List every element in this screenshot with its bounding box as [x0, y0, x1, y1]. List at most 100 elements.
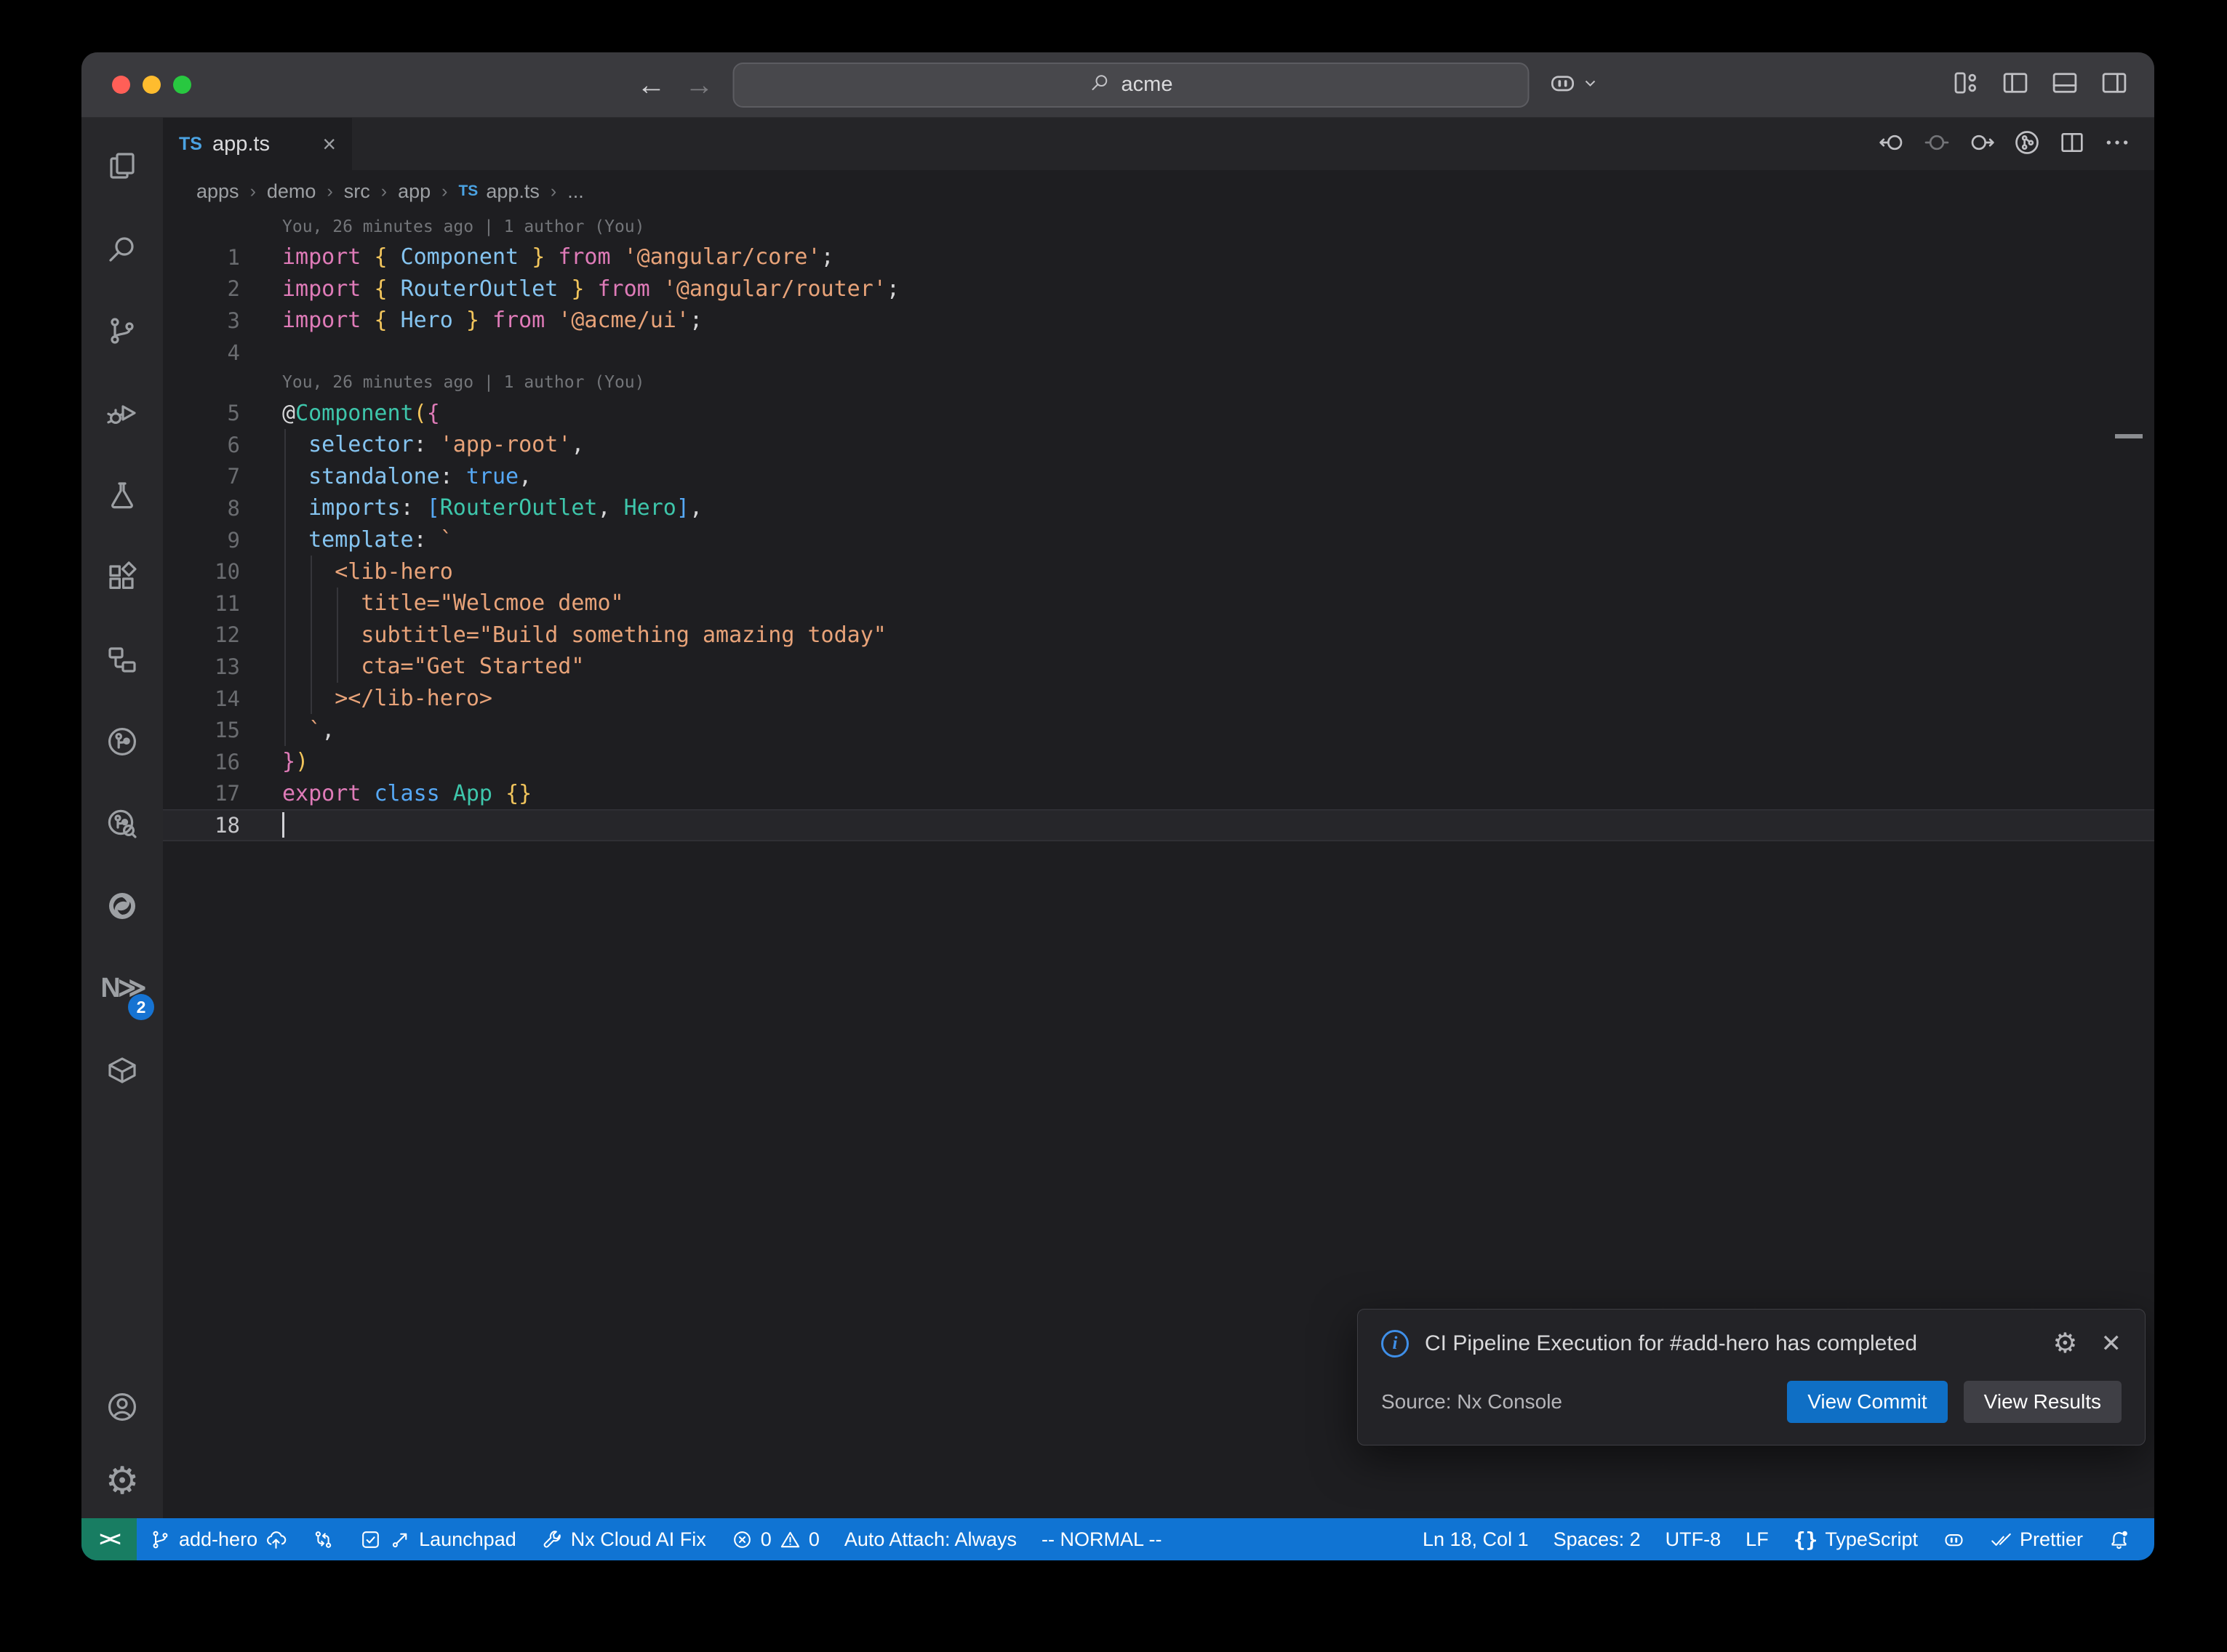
- status-item-language-mode[interactable]: {}TypeScript: [1781, 1518, 1930, 1560]
- nav-current-change-button[interactable]: [1917, 124, 1956, 164]
- activity-item-accounts[interactable]: [81, 1370, 163, 1444]
- status-item-launchpad[interactable]: Launchpad: [347, 1518, 529, 1560]
- activity-item-gitlens[interactable]: [81, 700, 163, 782]
- breadcrumb-item[interactable]: app: [398, 180, 431, 203]
- code-line[interactable]: 13 cta="Get Started": [163, 651, 2154, 683]
- line-number: 16: [163, 750, 240, 774]
- code-line[interactable]: 8 imports: [RouterOutlet, Hero],: [163, 492, 2154, 524]
- line-number: 18: [163, 813, 240, 838]
- code-line[interactable]: 12 subtitle="Build something amazing tod…: [163, 620, 2154, 651]
- toggle-secondary-sidebar-button[interactable]: [2093, 64, 2135, 106]
- activity-item-testing[interactable]: [81, 454, 163, 536]
- status-item-compare[interactable]: [300, 1518, 347, 1560]
- code-text: @Component({: [240, 401, 440, 426]
- code-text: cta="Get Started": [240, 654, 584, 679]
- breadcrumb-item[interactable]: apps: [196, 180, 239, 203]
- status-item-nx-cloud-ai-fix[interactable]: Nx Cloud AI Fix: [529, 1518, 719, 1560]
- indent-guide: [284, 429, 286, 746]
- nav-forward-change-button[interactable]: [1962, 124, 2002, 164]
- search-icon: [105, 231, 140, 266]
- code-line[interactable]: 15 `,: [163, 714, 2154, 746]
- search-value: acme: [1122, 73, 1173, 97]
- nav-back-change-button[interactable]: [1872, 124, 1911, 164]
- braces-icon: {}: [1794, 1528, 1818, 1552]
- activity-item-run-and-debug[interactable]: [81, 372, 163, 454]
- gitlens-inspect-icon: [105, 806, 140, 841]
- code-line[interactable]: 11 title="Welcmoe demo": [163, 588, 2154, 620]
- activity-item-console-ninja[interactable]: [81, 865, 163, 947]
- line-number: 10: [163, 559, 240, 584]
- code-line[interactable]: 14 ></lib-hero>: [163, 683, 2154, 715]
- breadcrumb-item[interactable]: ...: [567, 180, 584, 203]
- account-icon: [105, 1390, 140, 1424]
- activity-item-settings[interactable]: ⚙: [81, 1444, 163, 1518]
- status-item-cursor-position[interactable]: Ln 18, Col 1: [1410, 1518, 1541, 1560]
- line-number: 11: [163, 591, 240, 616]
- vscode-window: ← → acme N≫2⚙ T: [81, 52, 2154, 1560]
- code-line[interactable]: 10 <lib-hero: [163, 556, 2154, 588]
- activity-item-containers[interactable]: [81, 1029, 163, 1111]
- activity-item-explorer[interactable]: [81, 125, 163, 207]
- close-window-button[interactable]: [112, 76, 130, 94]
- status-text: -- NORMAL --: [1041, 1528, 1162, 1551]
- code-line[interactable]: 4: [163, 337, 2154, 369]
- split-editor-button[interactable]: [2052, 124, 2092, 164]
- toggle-primary-sidebar-button[interactable]: [1994, 64, 2036, 106]
- source-control-icon: [105, 313, 140, 348]
- tab-app-ts[interactable]: TS app.ts ×: [163, 118, 352, 170]
- view-results-button[interactable]: View Results: [1964, 1381, 2122, 1423]
- code-line[interactable]: 9 template: `: [163, 524, 2154, 556]
- toggle-panel-button[interactable]: [2044, 64, 2086, 106]
- activity-item-search[interactable]: [81, 207, 163, 289]
- arrow-branch-icon: [389, 1528, 412, 1551]
- notification-settings-gear-icon[interactable]: ⚙: [2052, 1330, 2077, 1358]
- breadcrumb-item[interactable]: app.ts: [486, 180, 540, 203]
- status-item-eol[interactable]: LF: [1733, 1518, 1781, 1560]
- activity-item-nx-console[interactable]: N≫2: [81, 947, 163, 1029]
- tab-close-button[interactable]: ×: [322, 131, 336, 158]
- status-item-vim-mode[interactable]: -- NORMAL --: [1029, 1518, 1174, 1560]
- history-forward-button[interactable]: →: [685, 71, 714, 100]
- status-item-copilot[interactable]: [1930, 1518, 1978, 1560]
- minimize-window-button[interactable]: [143, 76, 161, 94]
- command-center-search[interactable]: acme: [733, 63, 1530, 108]
- breadcrumb-item[interactable]: demo: [267, 180, 316, 203]
- status-item-notifications-bell[interactable]: [2095, 1518, 2143, 1560]
- history-back-button[interactable]: ←: [637, 71, 666, 100]
- line-number: 13: [163, 654, 240, 679]
- zoom-window-button[interactable]: [173, 76, 191, 94]
- line-number: 17: [163, 781, 240, 806]
- status-item-indentation[interactable]: Spaces: 2: [1541, 1518, 1653, 1560]
- status-item-branch[interactable]: add-hero: [137, 1518, 300, 1560]
- code-line[interactable]: 16}): [163, 746, 2154, 778]
- status-item-formatter-prettier[interactable]: Prettier: [1978, 1518, 2095, 1560]
- activity-item-extensions[interactable]: [81, 536, 163, 618]
- commit-graph-button[interactable]: [2007, 124, 2047, 164]
- notification-close-icon[interactable]: ✕: [2101, 1331, 2122, 1356]
- activity-item-source-control[interactable]: [81, 289, 163, 372]
- view-commit-button[interactable]: View Commit: [1787, 1381, 1947, 1423]
- activity-item-project-details[interactable]: [81, 618, 163, 700]
- status-item-auto-attach[interactable]: Auto Attach: Always: [832, 1518, 1029, 1560]
- code-line[interactable]: 18: [163, 809, 2154, 841]
- code-text: imports: [RouterOutlet, Hero],: [240, 495, 703, 521]
- more-actions-button[interactable]: [2098, 124, 2137, 164]
- double-check-icon: [1990, 1528, 2012, 1551]
- code-line[interactable]: 7 standalone: true,: [163, 461, 2154, 493]
- status-item-encoding[interactable]: UTF-8: [1653, 1518, 1734, 1560]
- line-number: 7: [163, 464, 240, 489]
- code-line[interactable]: 6 selector: 'app-root',: [163, 429, 2154, 461]
- copilot-menu-button[interactable]: [1548, 68, 1599, 101]
- code-line[interactable]: 1import { Component } from '@angular/cor…: [163, 241, 2154, 273]
- breadcrumb-item[interactable]: src: [344, 180, 370, 203]
- customize-layout-button[interactable]: [1945, 64, 1987, 106]
- status-item-problems[interactable]: 00: [719, 1518, 832, 1560]
- tab-label: app.ts: [212, 132, 270, 156]
- activity-item-gitlens-inspect[interactable]: [81, 782, 163, 865]
- status-text: Spaces: 2: [1554, 1528, 1641, 1551]
- remote-indicator[interactable]: ><: [81, 1518, 137, 1560]
- code-line[interactable]: 3import { Hero } from '@acme/ui';: [163, 305, 2154, 337]
- code-line[interactable]: 2import { RouterOutlet } from '@angular/…: [163, 273, 2154, 305]
- code-line[interactable]: 17export class App {}: [163, 778, 2154, 810]
- code-line[interactable]: 5@Component({: [163, 397, 2154, 429]
